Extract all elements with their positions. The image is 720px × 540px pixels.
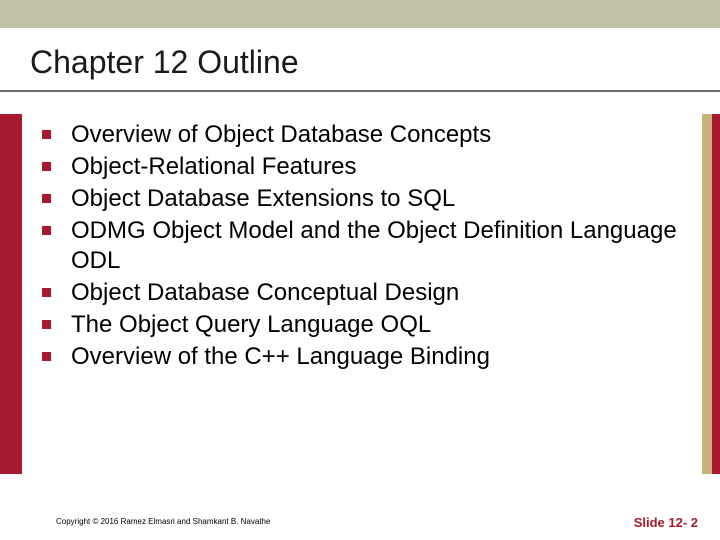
list-item: Overview of Object Database Concepts (42, 120, 682, 150)
accent-bar-right-red (712, 114, 720, 474)
square-bullet-icon (42, 288, 51, 297)
bullet-text: Overview of the C++ Language Binding (71, 342, 490, 372)
copyright-text: Copyright © 2016 Ramez Elmasri and Shamk… (56, 517, 270, 526)
list-item: The Object Query Language OQL (42, 310, 682, 340)
top-decorative-strip (0, 0, 720, 28)
bullet-text: Overview of Object Database Concepts (71, 120, 491, 150)
body-area: Overview of Object Database Concepts Obj… (0, 114, 720, 474)
list-item: Object Database Conceptual Design (42, 278, 682, 308)
slide: Chapter 12 Outline Overview of Object Da… (0, 0, 720, 540)
square-bullet-icon (42, 352, 51, 361)
title-underline (0, 90, 720, 92)
square-bullet-icon (42, 162, 51, 171)
accent-bar-left (0, 114, 22, 474)
list-item: Overview of the C++ Language Binding (42, 342, 682, 372)
bullet-text: Object Database Conceptual Design (71, 278, 459, 308)
bullet-text: ODMG Object Model and the Object Definit… (71, 216, 682, 276)
bullet-text: The Object Query Language OQL (71, 310, 431, 340)
square-bullet-icon (42, 130, 51, 139)
slide-number: Slide 12- 2 (634, 515, 698, 530)
bullet-text: Object Database Extensions to SQL (71, 184, 455, 214)
list-item: Object-Relational Features (42, 152, 682, 182)
square-bullet-icon (42, 226, 51, 235)
square-bullet-icon (42, 320, 51, 329)
bullet-list: Overview of Object Database Concepts Obj… (42, 120, 682, 374)
accent-bar-right-brown (702, 114, 712, 474)
list-item: ODMG Object Model and the Object Definit… (42, 216, 682, 276)
list-item: Object Database Extensions to SQL (42, 184, 682, 214)
bullet-text: Object-Relational Features (71, 152, 356, 182)
square-bullet-icon (42, 194, 51, 203)
slide-title: Chapter 12 Outline (30, 44, 299, 81)
